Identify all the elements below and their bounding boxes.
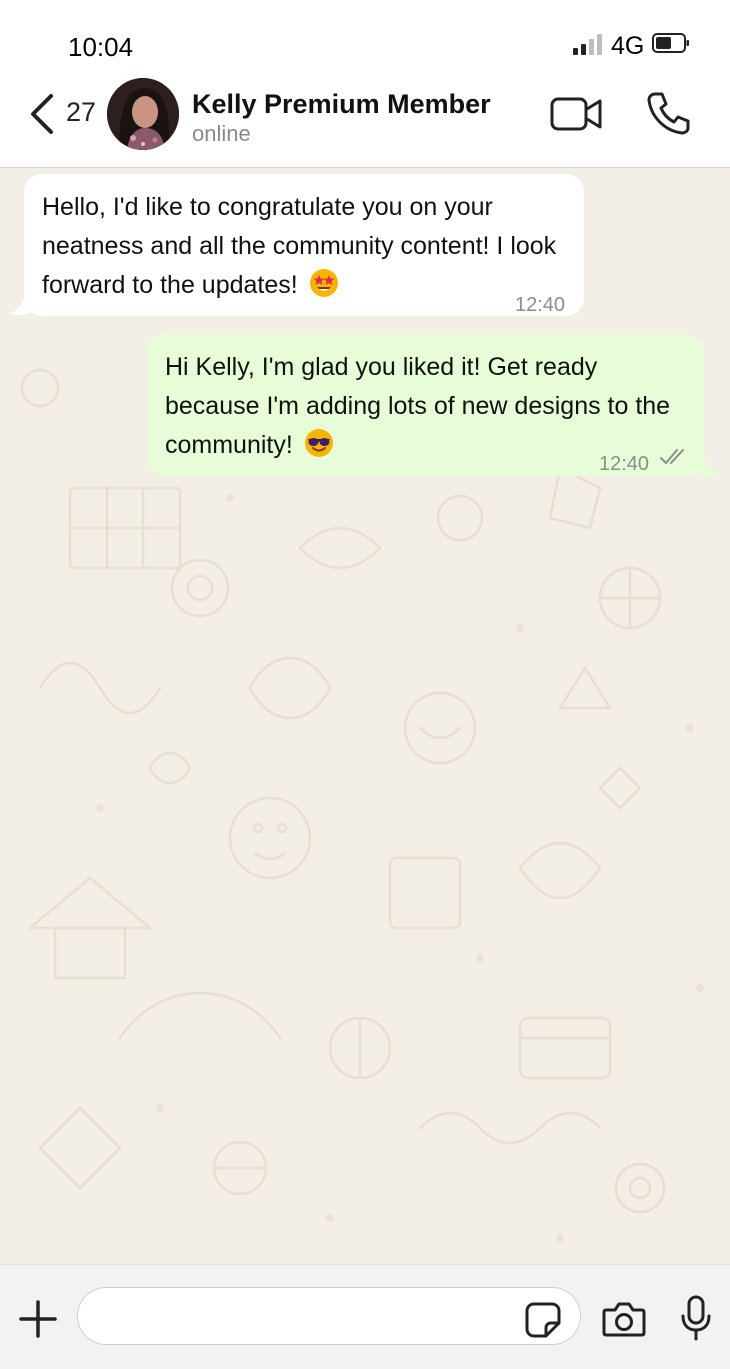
doodle-wallpaper [20, 366, 704, 1242]
message-body: Hi Kelly, I'm glad you liked it! Get rea… [165, 353, 671, 459]
camera-icon[interactable] [602, 1300, 646, 1338]
contact-name[interactable]: Kelly Premium Member [192, 89, 491, 120]
avatar[interactable] [107, 78, 179, 150]
contact-status: online [192, 121, 251, 146]
incoming-message[interactable]: Hello, I'd like to congratulate you on y… [24, 174, 584, 316]
message-text: Hello, I'd like to congratulate you on y… [42, 188, 572, 305]
chat-header: 27 Kelly Premium Member online [0, 78, 730, 168]
message-input[interactable] [77, 1287, 581, 1345]
back-icon[interactable] [24, 92, 64, 136]
sticker-icon[interactable] [524, 1301, 562, 1339]
outgoing-message[interactable]: Hi Kelly, I'm glad you liked it! Get rea… [147, 334, 704, 476]
status-bar: 10:04 4G [0, 0, 730, 80]
double-check-read-icon [660, 449, 684, 464]
microphone-icon[interactable] [680, 1295, 712, 1341]
status-time: 10:04 [68, 32, 134, 62]
unread-count[interactable]: 27 [66, 97, 96, 128]
phone-call-icon[interactable] [646, 90, 692, 136]
message-time: 12:40 [599, 453, 650, 475]
message-composer [0, 1264, 730, 1369]
video-call-icon[interactable] [549, 94, 603, 134]
message-body: Hello, I'd like to congratulate you on y… [42, 193, 557, 299]
chat-area[interactable]: Hello, I'd like to congratulate you on y… [0, 168, 730, 1264]
sunglasses-emoji-icon [304, 429, 333, 457]
plus-icon[interactable] [19, 1300, 57, 1338]
message-time: 12:40 [515, 294, 566, 316]
chat-screen: 10:04 4G 27 Kelly Premium Member online … [0, 0, 730, 1369]
network-type: 4G [611, 32, 645, 60]
star-struck-emoji-icon [309, 269, 338, 297]
battery-icon [652, 33, 689, 53]
signal-strength-icon [573, 33, 607, 55]
